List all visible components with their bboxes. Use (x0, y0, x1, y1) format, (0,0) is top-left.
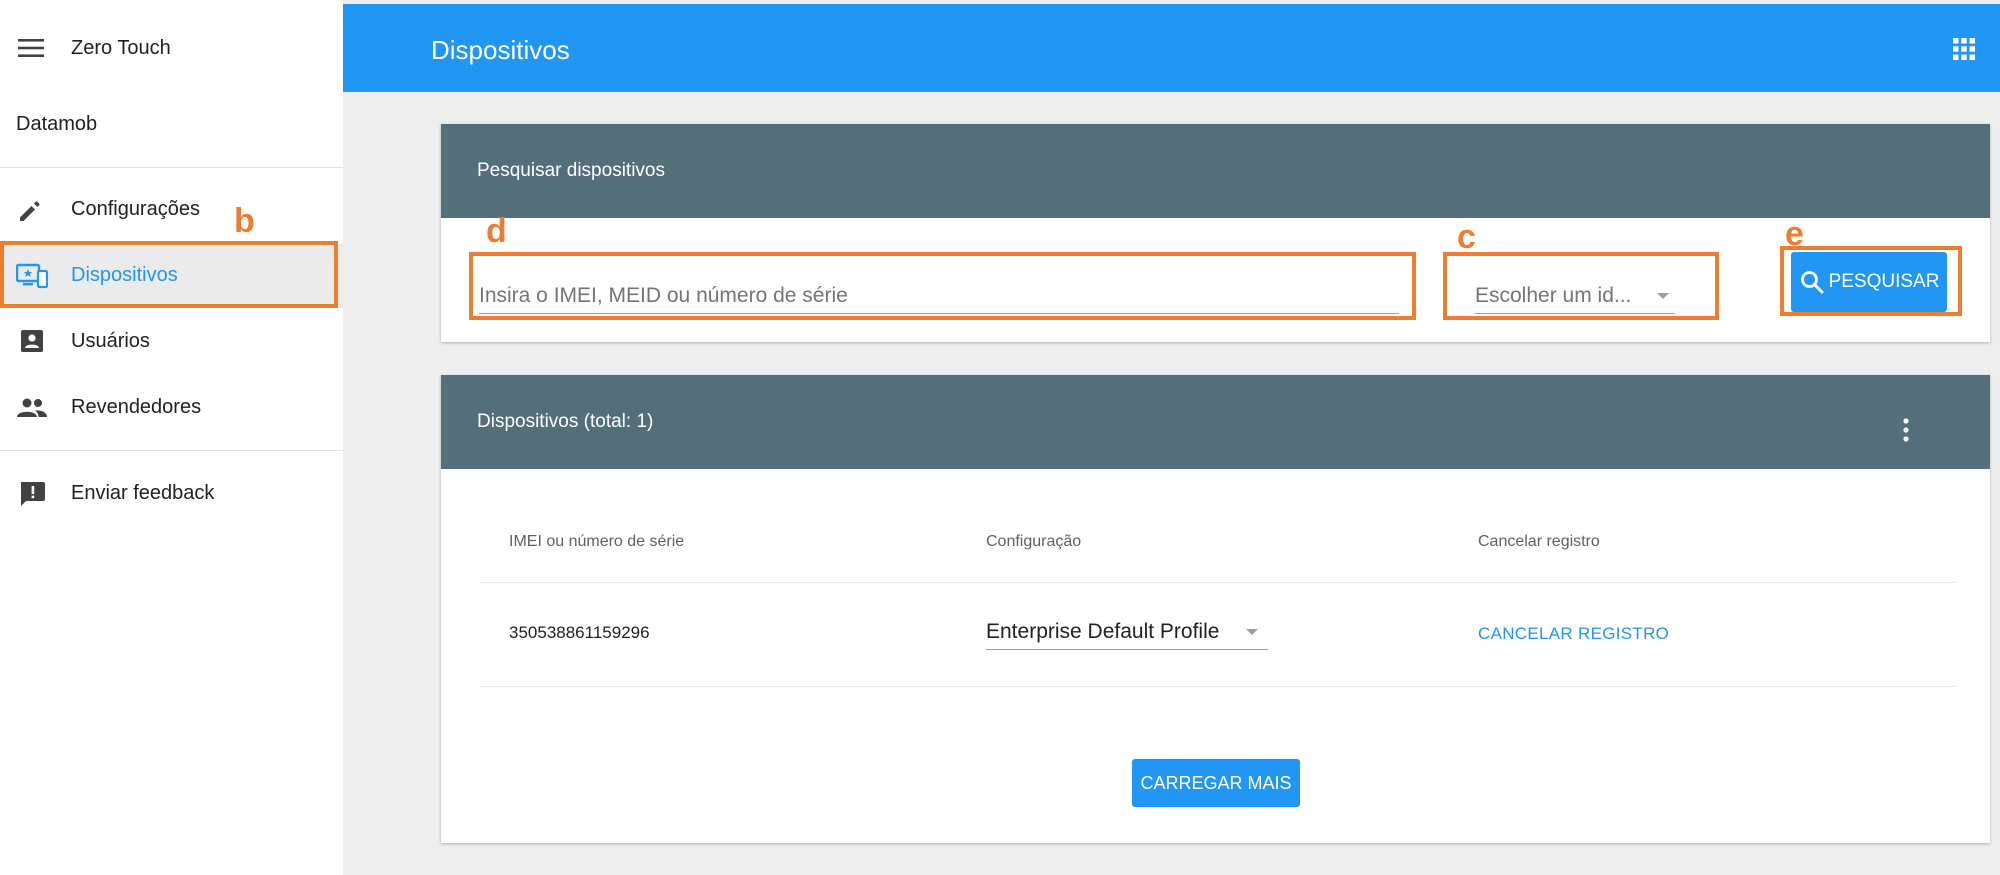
sidebar-item-label: Configurações (71, 198, 200, 220)
account-box-icon (21, 330, 43, 352)
page-title: Dispositivos (431, 35, 570, 65)
more-vert-icon[interactable] (1902, 417, 1910, 443)
load-more-button[interactable]: CARREGAR MAIS (1132, 759, 1300, 807)
card-header: Dispositivos (total: 1) (441, 375, 1990, 469)
annotation-box-b (0, 241, 338, 308)
annotation-label-b: b (234, 202, 255, 240)
cancel-registration-link[interactable]: CANCELAR REGISTRO (1478, 624, 1669, 644)
devices-card-title: Dispositivos (total: 1) (477, 411, 654, 432)
annotation-label-d: d (486, 212, 507, 250)
annotation-label-e: e (1785, 215, 1804, 253)
hamburger-menu-icon[interactable] (18, 38, 44, 58)
table-divider (479, 686, 1956, 687)
search-card-title: Pesquisar dispositivos (477, 160, 665, 181)
sidebar-divider (0, 167, 343, 168)
config-select[interactable]: Enterprise Default Profile (986, 616, 1268, 650)
apps-grid-icon[interactable] (1952, 37, 1976, 61)
feedback-icon (21, 482, 45, 506)
sidebar-item-usuarios[interactable]: Usuários (0, 310, 343, 374)
sidebar-item-label: Revendedores (71, 396, 202, 418)
sidebar-item-label: Usuários (71, 330, 150, 352)
table-divider (479, 582, 1956, 583)
column-header-config: Configuração (986, 533, 1082, 550)
people-icon (17, 398, 47, 417)
devices-list-card: Dispositivos (total: 1) IMEI ou número d… (441, 375, 1990, 843)
sidebar-item-revendedores[interactable]: Revendedores (0, 376, 343, 440)
annotation-box-c (1443, 252, 1719, 320)
sidebar-item-label: Enviar feedback (71, 482, 215, 504)
card-header: Pesquisar dispositivos (441, 124, 1990, 218)
sidebar-divider (0, 450, 343, 451)
org-name: Datamob (16, 113, 98, 135)
app-title: Zero Touch (71, 37, 171, 59)
annotation-box-e (1780, 246, 1962, 316)
column-header-cancel: Cancelar registro (1478, 533, 1600, 550)
top-app-bar: Dispositivos (343, 4, 2000, 92)
annotation-label-c: c (1457, 218, 1476, 256)
sidebar-item-configuracoes[interactable]: Configurações (0, 178, 343, 242)
column-header-imei: IMEI ou número de série (509, 533, 685, 550)
sidebar: Zero Touch Datamob Configurações Disposi… (0, 0, 343, 875)
device-imei: 350538861159296 (509, 623, 650, 642)
pencil-icon (20, 201, 40, 221)
config-select-value: Enterprise Default Profile (986, 620, 1220, 643)
annotation-box-d (469, 252, 1416, 320)
sidebar-item-feedback[interactable]: Enviar feedback (0, 462, 343, 526)
dropdown-arrow-icon (1246, 629, 1258, 635)
